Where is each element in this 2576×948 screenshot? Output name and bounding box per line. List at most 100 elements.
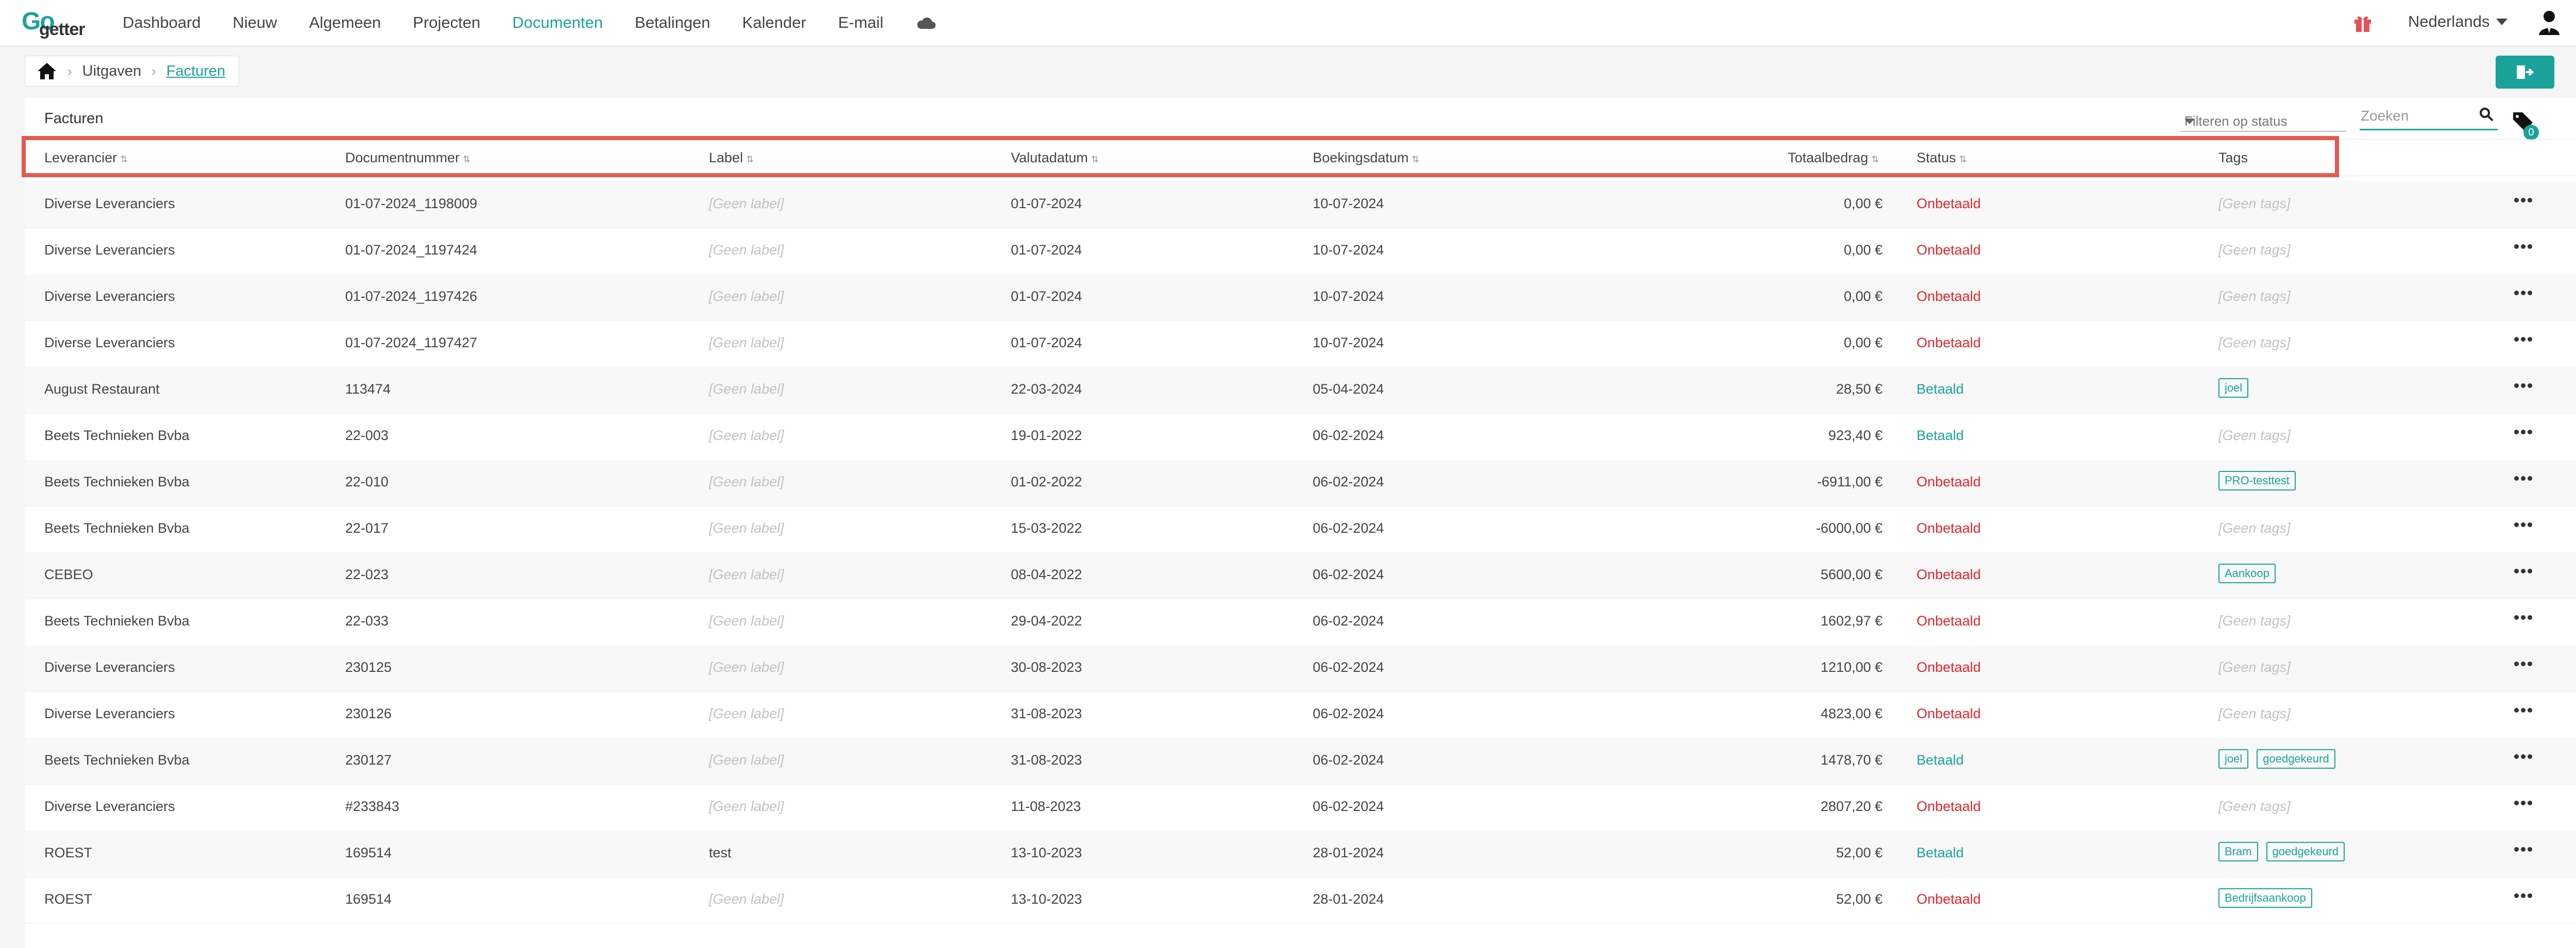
- cell-supplier: August Restaurant: [44, 381, 160, 397]
- column-header-boekingsdatum[interactable]: Boekingsdatum ⇅: [1313, 150, 1419, 166]
- column-header-status[interactable]: Status ⇅: [1917, 150, 1967, 166]
- cell-booking-date: 06-02-2024: [1313, 706, 1384, 721]
- table-row[interactable]: Beets Technieken Bvba 22-003 [Geen label] 1…: [25, 413, 2576, 460]
- table-row[interactable]: Diverse Leveranciers 01-07-2024_1197424 [G…: [25, 228, 2576, 275]
- breadcrumb-facturen[interactable]: Facturen: [166, 63, 225, 80]
- tag-badge[interactable]: joel: [2218, 749, 2249, 769]
- row-actions-more-icon[interactable]: [2514, 659, 2535, 670]
- row-actions-more-icon[interactable]: [2514, 752, 2535, 763]
- nav-documenten[interactable]: Documenten: [512, 13, 603, 32]
- home-icon[interactable]: [37, 62, 57, 80]
- nav-dashboard[interactable]: Dashboard: [123, 13, 201, 32]
- sort-icon: ⇅: [120, 154, 128, 164]
- cell-booking-date: 10-07-2024: [1313, 289, 1384, 304]
- table-row[interactable]: Diverse Leveranciers #233843 [Geen label] 1…: [25, 784, 2576, 831]
- table-row[interactable]: CEBEO 22-023 [Geen label] 08-04-2022 06-02-2…: [25, 552, 2576, 599]
- cell-value-date: 31-08-2023: [1011, 752, 1082, 768]
- cell-label: [Geen label]: [709, 752, 784, 768]
- language-selector[interactable]: Nederlands: [2408, 12, 2507, 31]
- nav-kalender[interactable]: Kalender: [742, 13, 806, 32]
- table-row[interactable]: ROEST 169514 test 13-10-2023 28-01-2024 52,00…: [25, 831, 2576, 877]
- tag-badge[interactable]: Bram: [2218, 842, 2258, 861]
- cell-status: Onbetaald: [1917, 520, 1981, 536]
- row-actions-more-icon[interactable]: [2514, 613, 2535, 623]
- table-row[interactable]: Diverse Leveranciers 01-07-2024_1198009 [G…: [25, 181, 2576, 228]
- table-row[interactable]: Diverse Leveranciers 01-07-2024_1197426 [G…: [25, 274, 2576, 321]
- tag-badge[interactable]: PRO-testtest: [2218, 471, 2296, 490]
- cell-status: Betaald: [1917, 381, 1964, 397]
- status-filter-select[interactable]: Filteren op status: [2180, 110, 2346, 132]
- column-header-totaalbedrag[interactable]: Totaalbedrag ⇅: [1788, 150, 1879, 166]
- cell-tags-empty: [Geen tags]: [2218, 659, 2291, 675]
- row-actions-more-icon[interactable]: [2514, 706, 2535, 716]
- cell-tags-empty: [Geen tags]: [2218, 706, 2291, 721]
- column-header-label[interactable]: Label ⇅: [709, 150, 754, 166]
- tag-badge[interactable]: goedgekeurd: [2266, 842, 2345, 861]
- status-filter-placeholder: Filteren op status: [2184, 113, 2287, 129]
- export-button[interactable]: [2496, 56, 2554, 89]
- nav-email[interactable]: E-mail: [838, 13, 884, 32]
- cell-status: Onbetaald: [1917, 474, 1981, 489]
- cell-label: [Geen label]: [709, 242, 784, 258]
- cell-label: [Geen label]: [709, 567, 784, 582]
- tag-badge[interactable]: joel: [2218, 378, 2249, 398]
- table-row[interactable]: Beets Technieken Bvba 22-010 [Geen label] 0…: [25, 460, 2576, 506]
- row-actions-more-icon[interactable]: [2514, 520, 2535, 531]
- cell-amount: -6911,00 €: [1817, 474, 1883, 489]
- cell-supplier: Diverse Leveranciers: [44, 335, 175, 350]
- row-actions-more-icon[interactable]: [2514, 474, 2535, 484]
- row-actions-more-icon[interactable]: [2514, 845, 2535, 855]
- nav-projecten[interactable]: Projecten: [413, 13, 480, 32]
- row-actions-more-icon[interactable]: [2514, 799, 2535, 809]
- table-row[interactable]: Diverse Leveranciers 230125 [Geen label] 30…: [25, 645, 2576, 692]
- table-row[interactable]: August Restaurant 113474 [Geen label] 22-03…: [25, 367, 2576, 414]
- tag-badge[interactable]: goedgekeurd: [2257, 749, 2335, 769]
- user-avatar-icon[interactable]: [2537, 9, 2562, 36]
- table-row[interactable]: Diverse Leveranciers 230126 [Geen label] 31…: [25, 691, 2576, 738]
- tag-filter-button[interactable]: 0: [2512, 110, 2543, 141]
- column-header-documentnummer[interactable]: Documentnummer ⇅: [345, 150, 470, 166]
- column-label: Boekingsdatum: [1313, 150, 1409, 165]
- cell-booking-date: 06-02-2024: [1313, 799, 1384, 814]
- table-row[interactable]: Beets Technieken Bvba 22-017 [Geen label] 1…: [25, 506, 2576, 553]
- cell-status: Onbetaald: [1917, 335, 1981, 350]
- row-actions-more-icon[interactable]: [2514, 289, 2535, 299]
- row-actions-more-icon[interactable]: [2514, 381, 2535, 392]
- column-label: Leverancier: [44, 150, 117, 165]
- cell-booking-date: 06-02-2024: [1313, 428, 1384, 443]
- cell-label: [Geen label]: [709, 381, 784, 397]
- cell-label: test: [709, 845, 732, 860]
- nav-betalingen[interactable]: Betalingen: [635, 13, 710, 32]
- cell-supplier: Diverse Leveranciers: [44, 242, 175, 258]
- gogetter-logo[interactable]: Go getter: [21, 7, 93, 39]
- cell-supplier: Diverse Leveranciers: [44, 289, 175, 304]
- gift-icon[interactable]: [2352, 12, 2373, 33]
- table-row[interactable]: Beets Technieken Bvba 22-033 [Geen label] 2…: [25, 599, 2576, 646]
- row-actions-more-icon[interactable]: [2514, 335, 2535, 345]
- cell-value-date: 01-07-2024: [1011, 242, 1082, 258]
- nav-nieuw[interactable]: Nieuw: [233, 13, 277, 32]
- row-actions-more-icon[interactable]: [2514, 428, 2535, 438]
- cloud-icon[interactable]: [916, 15, 936, 30]
- tag-badge[interactable]: Bedrijfsaankoop: [2218, 888, 2312, 908]
- cell-label: [Geen label]: [709, 799, 784, 814]
- column-header-leverancier[interactable]: Leverancier ⇅: [44, 150, 128, 166]
- cell-supplier: ROEST: [44, 845, 93, 860]
- row-actions-more-icon[interactable]: [2514, 196, 2535, 206]
- column-header-valutadatum[interactable]: Valutadatum ⇅: [1011, 150, 1099, 166]
- cell-booking-date: 06-02-2024: [1313, 659, 1384, 675]
- search-icon[interactable]: [2479, 107, 2494, 122]
- table-row[interactable]: Beets Technieken Bvba 230127 [Geen label] 3…: [25, 738, 2576, 785]
- table-row[interactable]: ROEST 169514 [Geen label] 13-10-2023 28-01-2…: [25, 877, 2576, 924]
- table-row[interactable]: Diverse Leveranciers 01-07-2024_1197427 [G…: [25, 320, 2576, 367]
- nav-algemeen[interactable]: Algemeen: [309, 13, 381, 32]
- cell-amount: 923,40 €: [1828, 428, 1883, 443]
- breadcrumb-uitgaven[interactable]: Uitgaven: [82, 63, 141, 80]
- row-actions-more-icon[interactable]: [2514, 891, 2535, 902]
- row-actions-more-icon[interactable]: [2514, 567, 2535, 577]
- row-actions-more-icon[interactable]: [2514, 242, 2535, 252]
- cell-amount: 52,00 €: [1836, 845, 1883, 860]
- cell-document-number: #233843: [345, 799, 400, 814]
- search-input[interactable]: [2360, 105, 2470, 127]
- tag-badge[interactable]: Aankoop: [2218, 564, 2276, 583]
